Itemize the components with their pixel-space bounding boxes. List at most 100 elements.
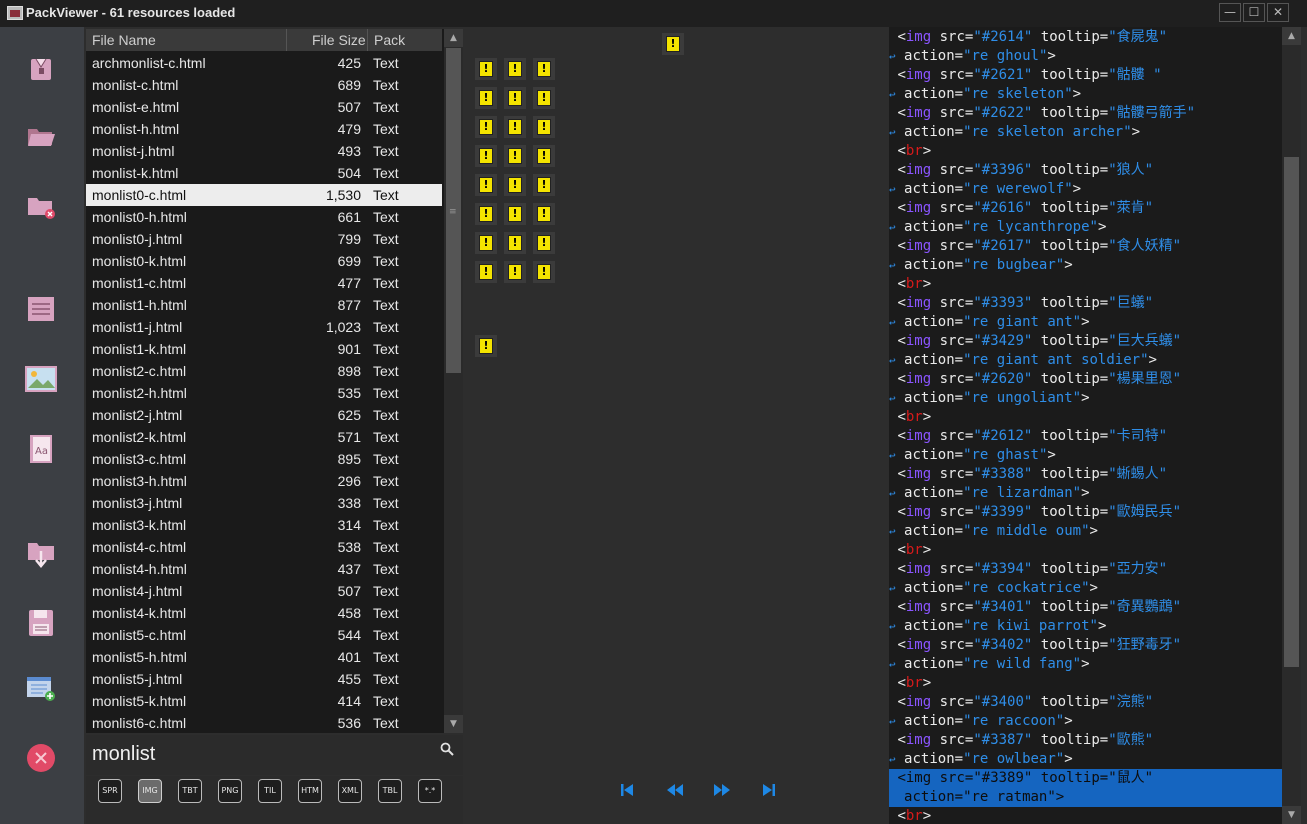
source-line[interactable]: <br> — [889, 408, 1282, 427]
table-row[interactable]: monlist3-j.html 338 Text — [86, 492, 442, 514]
table-row[interactable]: monlist2-j.html 625 Text — [86, 404, 442, 426]
previous-page-button[interactable] — [665, 782, 685, 802]
sprite-thumbnail[interactable]: ! — [533, 174, 555, 196]
table-row[interactable]: monlist0-j.html 799 Text — [86, 228, 442, 250]
table-row[interactable]: monlist1-c.html 477 Text — [86, 272, 442, 294]
sprite-thumbnail[interactable]: ! — [504, 261, 526, 283]
table-row[interactable]: monlist4-h.html 437 Text — [86, 558, 442, 580]
open-folder-button[interactable] — [20, 117, 62, 157]
scroll-up-arrow[interactable]: ▲ — [444, 29, 463, 47]
sprite-thumbnail[interactable]: ! — [533, 87, 555, 109]
source-line[interactable]: ↩ action="re raccoon"> — [889, 712, 1282, 731]
source-line[interactable]: <img src="#2614" tooltip="食屍鬼" — [889, 28, 1282, 47]
table-row[interactable]: monlist-e.html 507 Text — [86, 96, 442, 118]
sprite-thumbnail[interactable]: ! — [533, 203, 555, 225]
add-note-button[interactable] — [20, 668, 62, 708]
close-folder-button[interactable] — [20, 187, 62, 227]
source-line[interactable]: ↩ action="re owlbear"> — [889, 750, 1282, 769]
source-line[interactable]: <img src="#3396" tooltip="狼人" — [889, 161, 1282, 180]
source-line[interactable]: ↩ action="re middle oum"> — [889, 522, 1282, 541]
source-line[interactable]: <img src="#3394" tooltip="亞力安" — [889, 560, 1282, 579]
filter-button-til[interactable]: TIL — [258, 779, 282, 803]
source-line[interactable]: ↩ action="re giant ant soldier"> — [889, 351, 1282, 370]
maximize-button[interactable]: ☐ — [1243, 3, 1265, 22]
filter-button-spr[interactable]: SPR — [98, 779, 122, 803]
filter-button-all[interactable]: *.* — [418, 779, 442, 803]
source-line[interactable]: <br> — [889, 807, 1282, 824]
table-row[interactable]: monlist6-c.html 536 Text — [86, 712, 442, 733]
column-header-size[interactable]: File Size — [312, 32, 366, 48]
sprite-thumbnail[interactable]: ! — [533, 232, 555, 254]
source-line[interactable]: <img src="#3401" tooltip="奇異鸚鵡" — [889, 598, 1282, 617]
table-row[interactable]: monlist5-c.html 544 Text — [86, 624, 442, 646]
source-line[interactable]: ↩ action="re cockatrice"> — [889, 579, 1282, 598]
source-line[interactable]: ↩ action="re ghoul"> — [889, 47, 1282, 66]
source-line[interactable]: <img src="#3387" tooltip="歐熊" — [889, 731, 1282, 750]
filter-button-htm[interactable]: HTM — [298, 779, 322, 803]
font-view-button[interactable]: Aa — [20, 429, 62, 469]
source-line[interactable]: ↩ action="re giant ant"> — [889, 313, 1282, 332]
search-box[interactable]: monlist — [86, 735, 463, 775]
table-row[interactable]: monlist1-k.html 901 Text — [86, 338, 442, 360]
table-row[interactable]: monlist5-h.html 401 Text — [86, 646, 442, 668]
table-row[interactable]: monlist-c.html 689 Text — [86, 74, 442, 96]
filter-button-tbl[interactable]: TBL — [378, 779, 402, 803]
sprite-thumbnail[interactable]: ! — [475, 87, 497, 109]
table-row[interactable]: monlist2-h.html 535 Text — [86, 382, 442, 404]
source-line[interactable]: ↩ action="re ungoliant"> — [889, 389, 1282, 408]
column-header-name[interactable]: File Name — [92, 32, 156, 48]
table-row[interactable]: monlist1-j.html 1,023 Text — [86, 316, 442, 338]
source-line[interactable]: ↩ action="re lizardman"> — [889, 484, 1282, 503]
column-header-pack[interactable]: Pack — [374, 32, 405, 48]
source-line[interactable]: <img src="#2617" tooltip="食人妖精" — [889, 237, 1282, 256]
filter-button-tbt[interactable]: TBT — [178, 779, 202, 803]
sprite-thumbnail[interactable]: ! — [475, 203, 497, 225]
source-line[interactable]: <img src="#2616" tooltip="萊肯" — [889, 199, 1282, 218]
source-line[interactable]: ↩ action="re ghast"> — [889, 446, 1282, 465]
table-row[interactable]: monlist3-k.html 314 Text — [86, 514, 442, 536]
source-line[interactable]: <img src="#2621" tooltip="骷髏 " — [889, 66, 1282, 85]
save-button[interactable] — [20, 603, 62, 643]
open-pack-button[interactable] — [20, 49, 62, 89]
table-row[interactable]: monlist-k.html 504 Text — [86, 162, 442, 184]
table-row[interactable]: monlist4-c.html 538 Text — [86, 536, 442, 558]
sprite-thumbnail[interactable]: ! — [475, 58, 497, 80]
table-row[interactable]: monlist4-j.html 507 Text — [86, 580, 442, 602]
source-line[interactable]: <br> — [889, 142, 1282, 161]
sprite-thumbnail[interactable]: ! — [504, 232, 526, 254]
search-input[interactable]: monlist — [92, 743, 155, 766]
source-line[interactable]: ↩ action="re wild fang"> — [889, 655, 1282, 674]
exit-button[interactable] — [20, 738, 62, 778]
source-line[interactable]: <br> — [889, 674, 1282, 693]
table-row[interactable]: monlist5-k.html 414 Text — [86, 690, 442, 712]
extract-button[interactable] — [20, 534, 62, 574]
source-line[interactable]: <img src="#3388" tooltip="蜥蜴人" — [889, 465, 1282, 484]
sprite-thumbnail[interactable]: ! — [504, 145, 526, 167]
table-row[interactable]: monlist2-k.html 571 Text — [86, 426, 442, 448]
scroll-down-arrow[interactable]: ▼ — [444, 715, 463, 733]
table-row[interactable]: monlist3-h.html 296 Text — [86, 470, 442, 492]
last-page-button[interactable] — [761, 782, 777, 802]
sprite-thumbnail[interactable]: ! — [504, 203, 526, 225]
table-row[interactable]: archmonlist-c.html 425 Text — [86, 52, 442, 74]
sprite-thumbnail[interactable]: ! — [504, 174, 526, 196]
sprite-thumbnail[interactable]: ! — [475, 145, 497, 167]
sprite-thumbnail[interactable]: ! — [475, 174, 497, 196]
table-row[interactable]: monlist1-h.html 877 Text — [86, 294, 442, 316]
sprite-thumbnail[interactable]: ! — [533, 58, 555, 80]
sprite-thumbnail[interactable]: ! — [504, 116, 526, 138]
source-line[interactable]: <img src="#2612" tooltip="卡司特" — [889, 427, 1282, 446]
sprite-thumbnail[interactable]: ! — [533, 145, 555, 167]
filter-button-img[interactable]: IMG — [138, 779, 162, 803]
source-line[interactable]: <img src="#2620" tooltip="楊果里恩" — [889, 370, 1282, 389]
source-line[interactable]: ↩ action="re skeleton"> — [889, 85, 1282, 104]
table-row[interactable]: monlist0-h.html 661 Text — [86, 206, 442, 228]
source-line[interactable]: <img src="#3389" tooltip="鼠人" — [889, 769, 1282, 788]
source-scroll-up-arrow[interactable]: ▲ — [1282, 27, 1301, 45]
source-line[interactable]: ↩ action="re ratman"> — [889, 788, 1282, 807]
sprite-thumbnail[interactable]: ! — [504, 58, 526, 80]
table-row[interactable]: monlist-j.html 493 Text — [86, 140, 442, 162]
source-line[interactable]: <img src="#3399" tooltip="歐姆民兵" — [889, 503, 1282, 522]
sprite-thumbnail[interactable]: ! — [475, 116, 497, 138]
source-line[interactable]: <img src="#3429" tooltip="巨大兵蟻" — [889, 332, 1282, 351]
